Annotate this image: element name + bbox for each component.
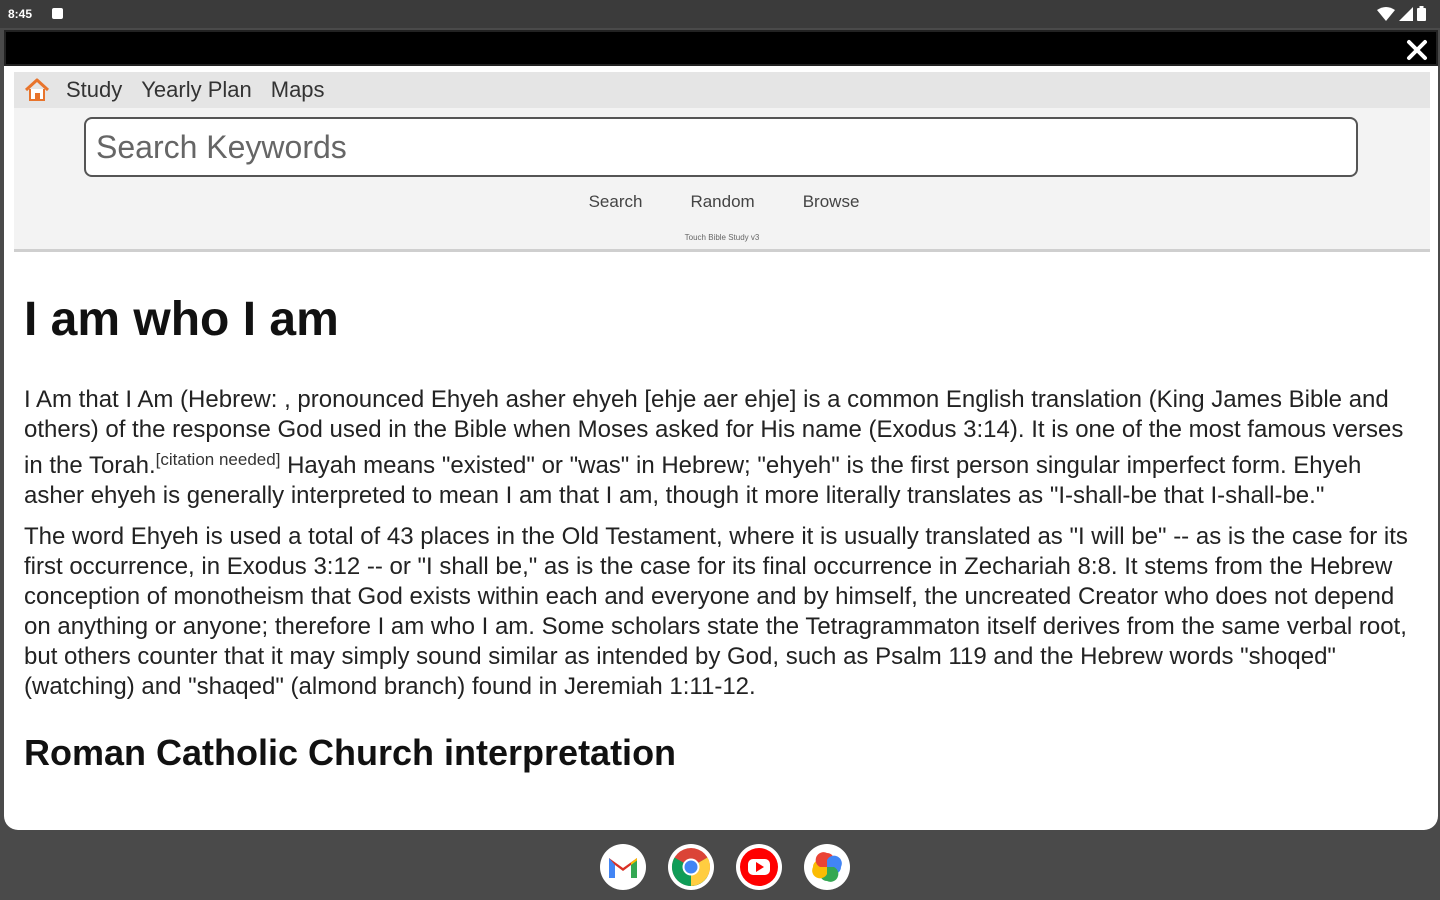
photos-app[interactable] — [804, 844, 850, 890]
status-icons — [1377, 6, 1426, 21]
wifi-icon — [1377, 6, 1395, 21]
page-title: I am who I am — [24, 293, 339, 346]
gmail-icon — [609, 858, 637, 878]
nav-study[interactable]: Study — [66, 77, 122, 103]
youtube-app[interactable] — [736, 844, 782, 890]
section-title: Roman Catholic Church interpretation — [24, 732, 677, 773]
search-actions: Search Random Browse — [14, 192, 1430, 212]
youtube-icon — [740, 848, 778, 886]
notification-icon — [52, 8, 63, 19]
home-icon — [24, 78, 50, 101]
status-bar: 8:45 — [0, 0, 1440, 28]
article-paragraph-2: The word Ehyeh is used a total of 43 pla… — [24, 523, 1408, 700]
search-input[interactable] — [84, 117, 1358, 177]
app-window: Study Yearly Plan Maps Search Random Bro… — [4, 30, 1438, 830]
article-paragraph-1: I Am that I Am (Hebrew: , pronounced Ehy… — [24, 385, 1408, 511]
article: I am who I am I Am that I Am (Hebrew: , … — [24, 292, 1408, 774]
battery-icon — [1417, 6, 1426, 21]
nav-maps[interactable]: Maps — [271, 77, 325, 103]
nav-yearly-plan[interactable]: Yearly Plan — [141, 77, 251, 103]
close-button[interactable] — [1404, 37, 1430, 63]
search-panel: Search Random Browse Touch Bible Study v… — [14, 108, 1430, 252]
gmail-app[interactable] — [600, 844, 646, 890]
chrome-icon — [671, 848, 711, 887]
random-button[interactable]: Random — [690, 192, 754, 212]
chrome-app[interactable] — [668, 844, 714, 890]
search-button[interactable]: Search — [589, 192, 643, 212]
status-time: 8:45 — [8, 7, 33, 21]
close-icon — [1407, 40, 1427, 60]
browse-button[interactable]: Browse — [803, 192, 860, 212]
top-nav: Study Yearly Plan Maps — [14, 72, 1430, 108]
app-version-footnote: Touch Bible Study v3 — [684, 233, 760, 242]
app-dock — [0, 834, 1440, 900]
window-titlebar — [4, 30, 1438, 66]
citation-needed-link[interactable]: [citation needed] — [156, 450, 281, 469]
signal-icon — [1399, 6, 1413, 21]
photos-icon — [812, 852, 842, 882]
home-button[interactable] — [22, 75, 52, 105]
